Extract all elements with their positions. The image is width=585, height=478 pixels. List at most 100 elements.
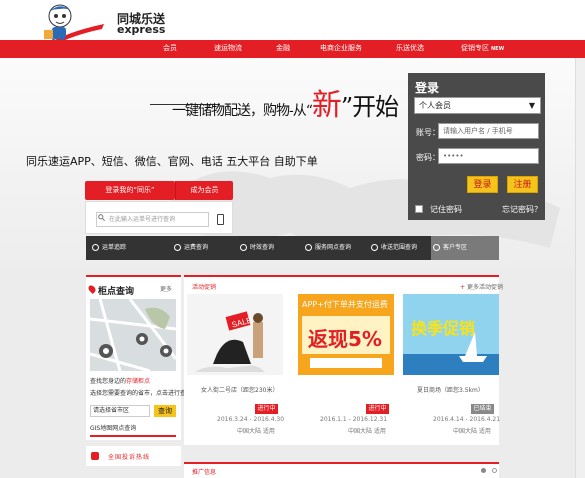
recommendation-title: 推广信息 (192, 469, 217, 476)
promotions-more-label: 更多活动促销 (466, 284, 503, 291)
promo-image-seasonal-sale: 换季促销 (403, 294, 499, 375)
phone-icon (91, 452, 99, 460)
nav-item-promotion-label: 促销专区 (461, 44, 489, 52)
customer-icon (433, 244, 440, 251)
locker-intro-text: 查找您身边的存储柜点 (90, 376, 150, 385)
locker-finder-panel: 柜点查询 更多 查找您身边的存储柜点 选择您需要查询的省市，点击进行查询 请选择… (86, 275, 192, 440)
password-label: 密码： (416, 153, 440, 162)
plus-icon: + (460, 284, 467, 291)
province-city-select[interactable]: 请选择省市区 (90, 405, 150, 417)
tracking-search-box: 在此输入运单号进行查询 (85, 201, 233, 234)
promo-banner-text: APP+付下单并支付运费 (302, 300, 388, 309)
nav-item-logistics[interactable]: 速运物流 (214, 43, 242, 53)
recommendation-panel: 推广信息 (184, 462, 499, 478)
service-bar: 运单追踪 运费查询 时效查询 服务网点查询 收送范围查询 客户专区 (86, 236, 499, 260)
locker-intro-prefix: 查找您身边的 (90, 378, 127, 385)
promo-card[interactable]: SALE 女人街二号店（距您230米） 进行中 2016.3.24 - 2016… (187, 294, 285, 444)
promo-card[interactable]: 换季促销 夏日商场（距您3.5km） 已结束 2016.4.14 - 2016.… (403, 294, 501, 444)
service-label: 时效查询 (250, 244, 275, 251)
locker-finder-title: 柜点查询 (98, 287, 135, 297)
slogan-highlight: 新 (311, 88, 342, 123)
remember-password-label: 记住密码 (430, 205, 462, 214)
svg-text:换季促销: 换季促销 (411, 319, 475, 338)
tracking-icon (92, 244, 99, 251)
account-input[interactable]: 请输入用户名 / 手机号 (438, 123, 539, 139)
banner-slogan: 一键储物配送，购物-从“新”开始 (172, 80, 399, 124)
promo-region: 中国大陆 适用 (348, 428, 386, 435)
promo-date-range: 2016.3.24 - 2016.4.30 (217, 416, 285, 423)
clock-icon (240, 244, 247, 251)
service-waybill-tracking[interactable]: 运单追踪 (90, 236, 126, 260)
globe-icon (371, 244, 378, 251)
promo-date-range: 2016.1.1 - 2016.12.31 (320, 416, 388, 423)
banner-tagline: 同乐速运APP、短信、微信、官网、电话 五大平台 自助下单 (26, 155, 318, 168)
promo-status-badge: 已结束 (471, 404, 494, 414)
nav-item-promotion[interactable]: 促销专区 NEW (461, 43, 504, 53)
promo-region: 中国大陆 适用 (453, 428, 491, 435)
login-button[interactable]: 登录 (467, 176, 498, 193)
header: 同城乐送 express (0, 0, 585, 50)
password-input[interactable]: ••••• (438, 148, 539, 164)
locker-query-button[interactable]: 查询 (154, 405, 176, 417)
chevron-down-icon: ▼ (528, 101, 535, 110)
hotline-text: 全国投诉热线 (108, 454, 151, 461)
new-badge: NEW (491, 46, 505, 52)
login-title: 登录 (415, 81, 440, 95)
service-label: 客户专区 (443, 244, 468, 251)
promo-store-name: 夏日商场（距您3.5km） (417, 387, 484, 394)
nav-item-selection[interactable]: 乐送优选 (396, 43, 424, 53)
login-my-account-button[interactable]: 登录我的“同乐” (85, 181, 175, 200)
search-icon (98, 214, 105, 221)
service-label: 运单追踪 (102, 244, 127, 251)
carousel-dot[interactable] (492, 468, 497, 473)
promo-region: 中国大陆 适用 (237, 428, 275, 435)
promotions-more-link[interactable]: + 更多活动促销 (460, 282, 503, 291)
login-panel: 登录 个人会员 ▼ 账号： 请输入用户名 / 手机号 密码： ••••• 登录 注… (408, 73, 545, 220)
carousel-dot-active[interactable] (481, 468, 486, 473)
promo-date-range: 2016.4.14 - 2016.4.21 (433, 416, 501, 423)
location-pin-icon (87, 284, 97, 294)
promo-status-badge: 进行中 (255, 404, 278, 414)
service-range-query[interactable]: 收送范围查询 (369, 236, 417, 260)
remember-password-checkbox[interactable] (415, 205, 423, 213)
account-label: 账号： (416, 128, 440, 137)
nav-item-finance[interactable]: 金融 (276, 43, 290, 53)
promo-card[interactable]: 返现5% APP+付下单并支付运费 进行中 2016.1.1 - 2016.12… (298, 294, 394, 444)
locker-more-link[interactable]: 更多 (160, 284, 172, 293)
logo-subtitle: express (117, 23, 166, 36)
locker-hint-text: 选择您需要查询的省市，点击进行查询 (90, 390, 193, 397)
slogan-prefix: 一键储物配送，购物-从“ (172, 103, 313, 119)
main-nav: 会员 速运物流 金融 电商企业服务 乐送优选 促销专区 NEW (0, 40, 585, 58)
service-customer-zone[interactable]: 客户专区 (431, 236, 499, 260)
slogan-suffix: ”开始 (340, 93, 399, 121)
locker-map-image[interactable] (90, 299, 176, 371)
locker-intro-highlight: 存储柜点 (126, 378, 151, 385)
nav-item-member[interactable]: 会员 (163, 43, 177, 53)
service-outlet-query[interactable]: 服务网点查询 (303, 236, 351, 260)
nav-item-ecommerce[interactable]: 电商企业服务 (320, 43, 362, 53)
page-scrollbar[interactable] (575, 58, 585, 478)
svg-text:返现5%: 返现5% (308, 327, 382, 351)
service-label: 服务网点查询 (315, 244, 352, 251)
service-label: 收送范围查询 (381, 244, 418, 251)
become-member-button[interactable]: 成为会员 (175, 181, 233, 200)
divider (90, 435, 176, 437)
forgot-password-link[interactable]: 忘记密码？ (502, 204, 542, 215)
location-pin-icon (305, 244, 312, 251)
service-time-query[interactable]: 时效查询 (238, 236, 274, 260)
member-type-value: 个人会员 (419, 101, 451, 110)
promo-store-name: 女人街二号店（距您230米） (201, 387, 279, 394)
complaint-hotline[interactable]: 全国投诉热线 (86, 446, 181, 466)
promotions-title: 活动促销 (192, 284, 217, 291)
freight-icon (174, 244, 181, 251)
member-type-select[interactable]: 个人会员 ▼ (414, 97, 541, 114)
service-freight-query[interactable]: 运费查询 (172, 236, 208, 260)
gis-map-link[interactable]: GIS地图网点查询 (90, 423, 136, 432)
tracking-number-input[interactable]: 在此输入运单号进行查询 (96, 212, 209, 227)
phone-icon[interactable] (217, 214, 224, 225)
promo-status-badge: 进行中 (366, 404, 389, 414)
promotions-panel: 活动促销 + 更多活动促销 SALE 女人街二号店（距您230米） 进行中 20… (184, 275, 503, 445)
promo-image-shoe-sale: SALE (187, 294, 283, 375)
service-label: 运费查询 (184, 244, 209, 251)
register-button[interactable]: 注册 (507, 176, 538, 193)
